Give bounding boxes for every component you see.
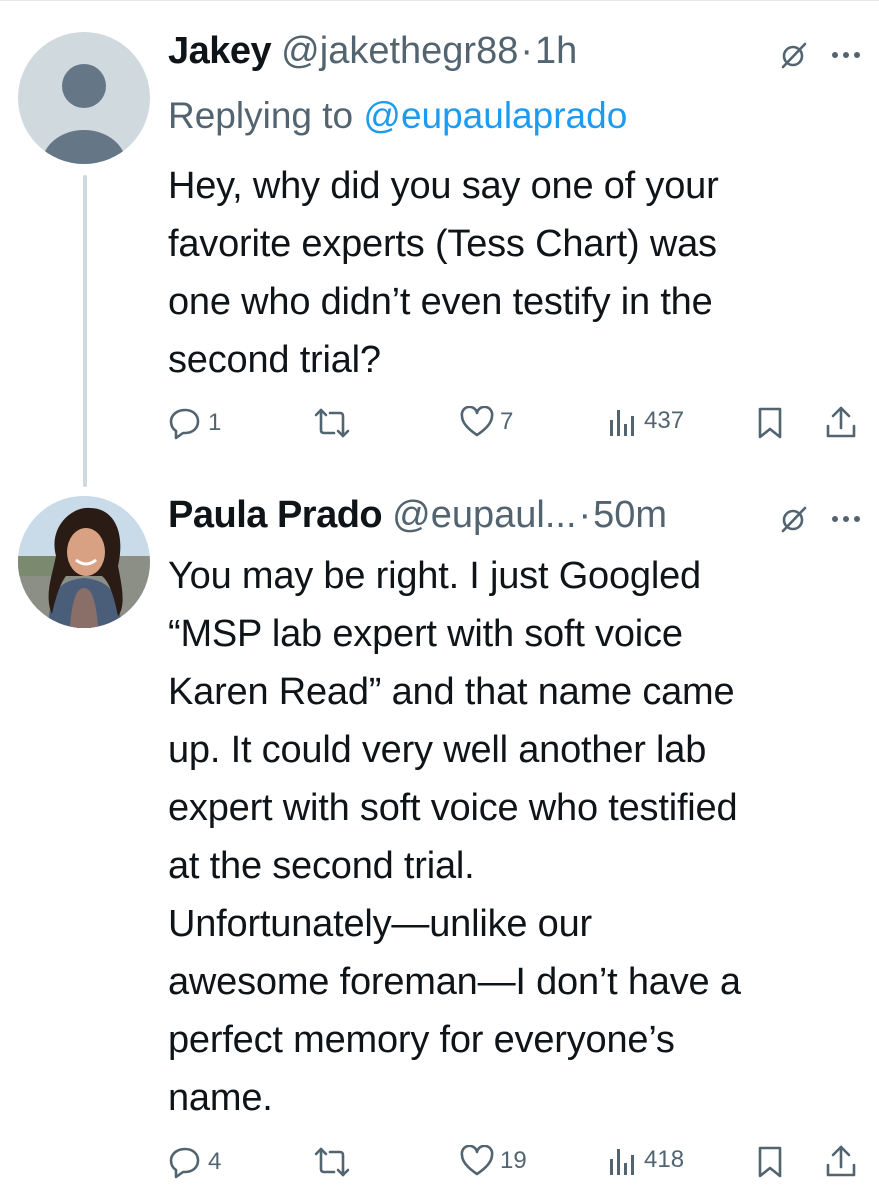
text-line: expert with soft voice who testified <box>168 787 738 829</box>
separator-dot: · <box>520 30 533 72</box>
replying-handle-link[interactable]: @eupaulaprado <box>363 95 627 136</box>
tweet-text: Hey, why did you say one of your favorit… <box>168 157 858 389</box>
avatar-default[interactable] <box>18 32 150 164</box>
views-icon <box>610 1149 634 1175</box>
reply-count: 4 <box>208 1148 222 1175</box>
reply-button[interactable]: 1 <box>168 406 221 440</box>
text-line: Unfortunately—unlike our <box>168 903 592 945</box>
text-line: at the second trial. <box>168 845 475 887</box>
share-icon <box>826 406 856 438</box>
separator-dot: · <box>578 494 592 536</box>
display-name[interactable]: Jakey <box>168 30 272 73</box>
text-line: Hey, why did you say one of your <box>168 165 719 207</box>
text-line: awesome foreman—I don’t have a <box>168 961 741 1003</box>
reply-icon <box>169 408 200 440</box>
views-button[interactable]: 437 <box>608 406 684 436</box>
retweet-icon <box>314 1147 350 1177</box>
retweet-button[interactable] <box>313 406 357 440</box>
bookmark-icon <box>758 407 782 439</box>
text-line: up. It could very well another lab <box>168 729 707 771</box>
display-name[interactable]: Paula Prado <box>168 494 383 537</box>
like-icon <box>460 1145 494 1176</box>
text-line: second trial? <box>168 339 381 381</box>
header-icons <box>779 504 861 534</box>
views-button[interactable]: 418 <box>608 1145 684 1175</box>
text-line: name. <box>168 1077 273 1119</box>
like-button[interactable]: 7 <box>460 406 513 438</box>
replying-prefix: Replying to <box>168 95 364 136</box>
share-button[interactable] <box>825 1143 857 1179</box>
action-bar: 4 19 418 <box>168 1145 858 1185</box>
views-icon <box>610 410 634 436</box>
tweet-header: Jakey @jakethegr88 · 1h <box>168 30 577 74</box>
tweet-header: Paula Prado @eupaul... · 50m <box>168 494 667 538</box>
retweet-button[interactable] <box>313 1145 357 1179</box>
text-line: Karen Read” and that name came <box>168 671 735 713</box>
bookmark-button[interactable] <box>756 406 784 440</box>
replying-to: Replying to @eupaulaprado <box>168 95 627 137</box>
header-icons <box>779 40 861 70</box>
text-line: one who didn’t even testify in the <box>168 281 713 323</box>
text-line: “MSP lab expert with soft voice <box>168 613 683 655</box>
more-icon[interactable] <box>831 514 861 524</box>
like-count: 7 <box>500 408 514 435</box>
reply-button[interactable]: 4 <box>168 1145 221 1179</box>
text-line: favorite experts (Tess Chart) was <box>168 223 717 265</box>
share-button[interactable] <box>825 404 857 440</box>
action-bar: 1 7 437 <box>168 406 858 446</box>
text-line: You may be right. I just Googled <box>168 555 701 597</box>
reply-count: 1 <box>208 409 222 436</box>
tweet-paula[interactable]: Paula Prado @eupaul... · 50m You may be … <box>0 490 879 1200</box>
tweet-text: You may be right. I just Googled “MSP la… <box>168 547 858 1127</box>
grok-icon[interactable] <box>779 40 809 70</box>
bookmark-icon <box>758 1146 782 1178</box>
avatar-photo[interactable] <box>18 496 150 628</box>
reply-icon <box>169 1147 200 1179</box>
tweet-jakey[interactable]: Jakey @jakethegr88 · 1h Replying to @eup… <box>0 0 879 490</box>
more-icon[interactable] <box>831 50 861 60</box>
like-button[interactable]: 19 <box>460 1145 527 1177</box>
thread-line <box>83 175 87 487</box>
share-icon <box>826 1145 856 1177</box>
timestamp[interactable]: 1h <box>535 30 577 73</box>
views-count: 437 <box>644 407 685 434</box>
grok-icon[interactable] <box>779 504 809 534</box>
user-handle[interactable]: @eupaul... <box>392 494 576 537</box>
views-count: 418 <box>644 1146 685 1173</box>
timestamp[interactable]: 50m <box>593 494 667 537</box>
text-line: perfect memory for everyone’s <box>168 1019 675 1061</box>
retweet-icon <box>314 408 350 438</box>
like-icon <box>460 406 494 437</box>
user-handle[interactable]: @jakethegr88 <box>281 30 518 73</box>
like-count: 19 <box>500 1147 527 1174</box>
bookmark-button[interactable] <box>756 1145 784 1179</box>
